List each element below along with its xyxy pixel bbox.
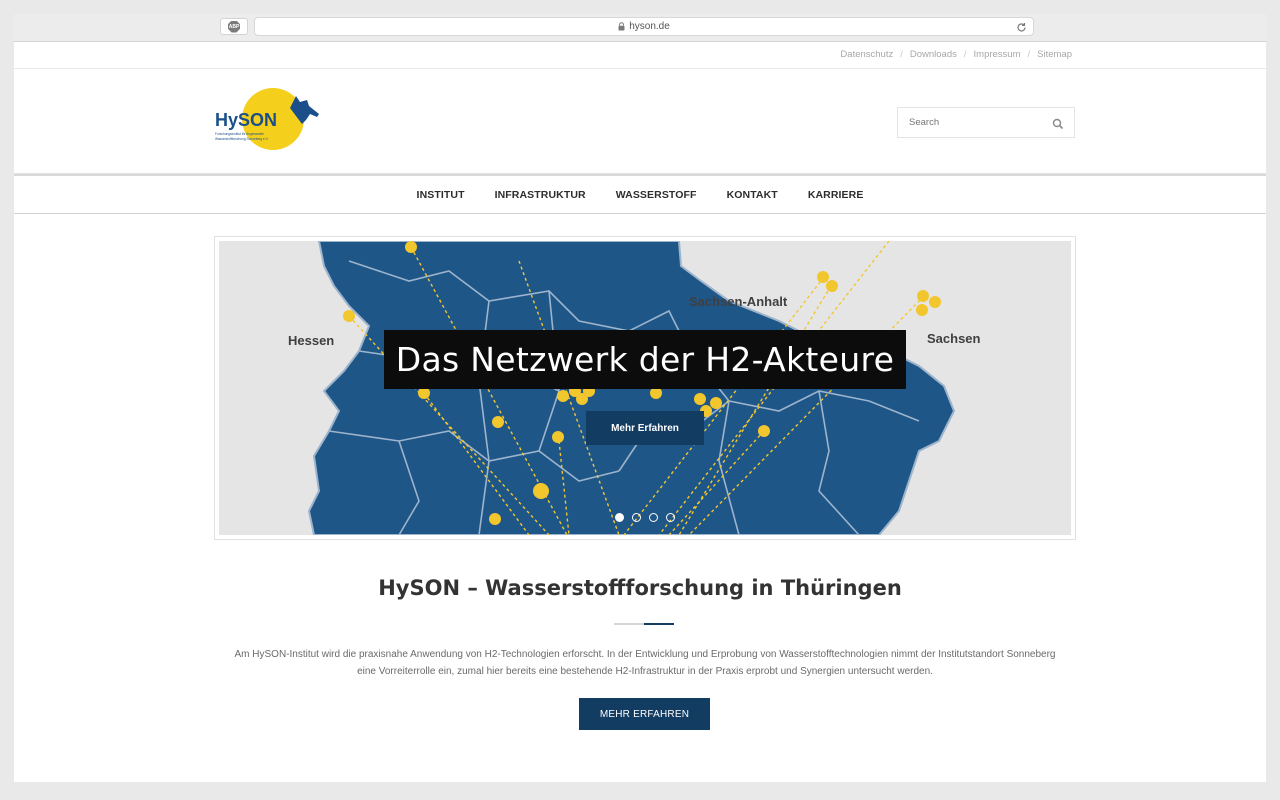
slider-dot-3[interactable] (649, 513, 658, 522)
web-page: Datenschutz / Downloads / Impressum / Si… (14, 42, 1266, 782)
logo-tagline-2: Wasserstoffforschung Sonneberg e.V. (215, 137, 269, 141)
separator: / (963, 49, 967, 60)
separator: / (1027, 49, 1031, 60)
intro-text: Am HySON-Institut wird die praxisnahe An… (209, 646, 1081, 680)
hyson-logo[interactable]: Hy SON Forschungsinstitut für Angewandte… (214, 86, 324, 154)
link-datenschutz[interactable]: Datenschutz (840, 49, 893, 60)
link-impressum[interactable]: Impressum (974, 49, 1021, 60)
url-text: hyson.de (629, 21, 670, 32)
nav-karriere[interactable]: KARRIERE (808, 189, 864, 201)
title-divider (614, 623, 674, 625)
slider-dot-2[interactable] (632, 513, 641, 522)
region-label-sachsen: Sachsen (927, 331, 981, 346)
site-header: Hy SON Forschungsinstitut für Angewandte… (14, 69, 1266, 174)
hero-slider: Hessen Sachsen-Anhalt Sachsen Das Netzwe… (214, 236, 1076, 540)
slider-dot-1[interactable] (615, 513, 624, 522)
search-box[interactable] (897, 107, 1075, 138)
main-navigation: INSTITUT INFRASTRUKTUR WASSERSTOFF KONTA… (14, 174, 1266, 214)
logo-wordmark-hy: Hy (215, 110, 238, 130)
intro-text-line-1: Am HySON-Institut wird die praxisnahe An… (234, 649, 1056, 660)
nav-institut[interactable]: INSTITUT (417, 189, 465, 201)
logo-tagline-1: Forschungsinstitut für Angewandte (215, 132, 264, 136)
slider-dot-4[interactable] (666, 513, 675, 522)
slide-title: Das Netzwerk der H2-Akteure (384, 330, 906, 389)
nav-wasserstoff[interactable]: WASSERSTOFF (616, 189, 697, 201)
logo-wordmark-son: SON (238, 110, 277, 130)
reload-icon[interactable] (1015, 21, 1027, 33)
slide: Hessen Sachsen-Anhalt Sachsen Das Netzwe… (219, 241, 1071, 535)
link-downloads[interactable]: Downloads (910, 49, 957, 60)
browser-toolbar: ABP hyson.de (14, 14, 1266, 42)
search-input[interactable] (909, 117, 1049, 128)
nav-infrastruktur[interactable]: INFRASTRUKTUR (495, 189, 586, 201)
top-bar: Datenschutz / Downloads / Impressum / Si… (14, 42, 1266, 69)
address-bar[interactable]: hyson.de (254, 17, 1034, 36)
separator: / (900, 49, 903, 60)
region-label-hessen: Hessen (288, 333, 335, 348)
slider-pagination (615, 513, 675, 522)
adblock-icon: ABP (228, 20, 240, 33)
intro-text-line-2: eine Vorreiterrolle ein, zumal hier bere… (357, 666, 933, 677)
region-label-sachsen-anhalt: Sachsen-Anhalt (689, 294, 788, 309)
intro-title: HySON – Wasserstoffforschung in Thüringe… (378, 576, 902, 600)
adblock-button[interactable]: ABP (220, 18, 248, 35)
search-icon[interactable] (1052, 117, 1064, 130)
slide-more-button[interactable]: Mehr Erfahren (586, 411, 704, 445)
lock-icon (618, 22, 625, 31)
top-links: Datenschutz / Downloads / Impressum / Si… (840, 49, 1072, 60)
link-sitemap[interactable]: Sitemap (1037, 49, 1072, 60)
nav-kontakt[interactable]: KONTAKT (727, 189, 778, 201)
mehr-erfahren-button[interactable]: MEHR ERFAHREN (579, 698, 710, 730)
